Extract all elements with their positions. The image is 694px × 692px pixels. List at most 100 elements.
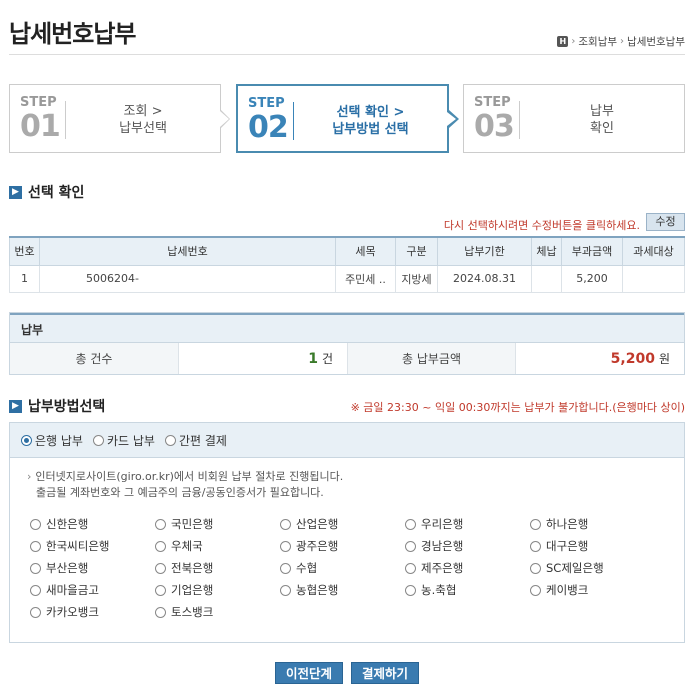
bank-option[interactable]: 경남은행 xyxy=(405,538,530,554)
tab-label: 간편 결제 xyxy=(178,433,227,448)
radio-icon[interactable] xyxy=(155,562,166,574)
col-header: 번호 xyxy=(9,236,40,266)
total-count-label: 총 건수 xyxy=(10,343,178,374)
col-header: 납부기한 xyxy=(437,236,532,266)
radio-icon[interactable] xyxy=(155,540,166,552)
bank-option[interactable]: 새마을금고 xyxy=(30,582,155,598)
radio-selected-icon[interactable] xyxy=(21,434,32,446)
step-number: 01 xyxy=(20,109,61,144)
selection-title-text: 선택 확인 xyxy=(28,185,85,201)
radio-icon[interactable] xyxy=(530,562,541,574)
bank-option[interactable]: 전북은행 xyxy=(155,560,280,576)
step-label-line1: 선택 확인 > xyxy=(336,105,405,120)
step-label-line2: 납부방법 선택 xyxy=(332,122,409,137)
edit-button[interactable]: 수정 xyxy=(646,213,685,231)
bank-option[interactable]: 국민은행 xyxy=(155,516,280,532)
radio-icon[interactable] xyxy=(30,584,41,596)
step-arrow-inner xyxy=(220,111,229,127)
home-icon[interactable]: H xyxy=(557,36,569,47)
radio-icon[interactable] xyxy=(405,584,416,596)
col-header: 구분 xyxy=(395,236,438,266)
radio-icon[interactable] xyxy=(30,562,41,574)
bank-option[interactable]: 우리은행 xyxy=(405,516,530,532)
bank-option[interactable]: 제주은행 xyxy=(405,560,530,576)
time-notice: ※ 금일 23:30 ~ 익일 00:30까지는 납부가 불가합니다.(은행마다… xyxy=(350,401,685,414)
radio-icon[interactable] xyxy=(405,562,416,574)
step-word: STEP xyxy=(20,95,57,110)
bank-option[interactable]: 농.축협 xyxy=(405,582,530,598)
tab-card-payment[interactable]: 카드 납부 xyxy=(92,432,155,449)
bank-option[interactable]: 토스뱅크 xyxy=(155,604,280,620)
radio-icon[interactable] xyxy=(530,518,541,530)
step-number: 03 xyxy=(474,109,515,144)
radio-icon[interactable] xyxy=(155,606,166,618)
bank-label: 농.축협 xyxy=(421,583,457,597)
tab-easy-payment[interactable]: 간편 결제 xyxy=(164,432,227,449)
info-line: 인터넷지로사이트(giro.or.kr)에서 비회원 납부 절차로 진행됩니다. xyxy=(27,469,343,485)
bank-option[interactable]: 한국씨티은행 xyxy=(30,538,155,554)
bank-option[interactable]: 수협 xyxy=(280,560,405,576)
bank-option[interactable]: 광주은행 xyxy=(280,538,405,554)
payment-heading: 납부 xyxy=(10,313,684,343)
count-number: 1 xyxy=(308,350,318,367)
chevron-right-icon: › xyxy=(620,36,625,47)
bank-option[interactable]: 우체국 xyxy=(155,538,280,554)
selection-section-title: ▶ 선택 확인 xyxy=(9,182,84,202)
step-arrow-inner xyxy=(447,112,456,126)
radio-icon[interactable] xyxy=(405,518,416,530)
total-amount-value: 5,200 원 xyxy=(515,343,684,374)
bank-option[interactable]: 카카오뱅크 xyxy=(30,604,155,620)
bank-option[interactable]: 기업은행 xyxy=(155,582,280,598)
previous-step-button[interactable]: 이전단계 xyxy=(274,662,343,684)
tab-bank-payment[interactable]: 은행 납부 xyxy=(21,432,83,449)
radio-icon[interactable] xyxy=(280,518,291,530)
chevron-right-icon: › xyxy=(571,36,576,47)
col-header: 체납 xyxy=(531,236,562,266)
bank-option[interactable]: SC제일은행 xyxy=(530,560,655,576)
bank-option[interactable]: 대구은행 xyxy=(530,538,655,554)
radio-icon[interactable] xyxy=(280,584,291,596)
step-1: STEP 01 조회 > 납부선택 xyxy=(9,84,221,153)
radio-icon[interactable] xyxy=(405,540,416,552)
bank-label: 새마을금고 xyxy=(46,583,99,597)
radio-icon[interactable] xyxy=(92,434,104,446)
radio-icon[interactable] xyxy=(155,518,166,530)
radio-icon[interactable] xyxy=(30,540,41,552)
cell-due-date: 2024.08.31 xyxy=(437,264,532,293)
radio-icon[interactable] xyxy=(280,540,291,552)
bank-label: 카카오뱅크 xyxy=(46,605,99,619)
cell-no: 1 xyxy=(9,264,40,293)
radio-icon[interactable] xyxy=(530,584,541,596)
bank-option[interactable]: 농협은행 xyxy=(280,582,405,598)
breadcrumb-item-lookup[interactable]: 조회납부 xyxy=(578,34,617,49)
bank-option[interactable]: 산업은행 xyxy=(280,516,405,532)
bank-label: 경남은행 xyxy=(421,539,464,553)
cell-overdue xyxy=(531,264,562,293)
amount-unit: 원 xyxy=(658,352,670,366)
bank-option[interactable]: 하나은행 xyxy=(530,516,655,532)
bank-label: 산업은행 xyxy=(296,517,339,531)
radio-icon[interactable] xyxy=(164,434,176,446)
tab-label: 은행 납부 xyxy=(35,433,83,448)
radio-icon[interactable] xyxy=(155,584,166,596)
action-buttons: 이전단계 결제하기 xyxy=(0,662,694,684)
pay-button[interactable]: 결제하기 xyxy=(351,662,420,684)
radio-icon[interactable] xyxy=(30,518,41,530)
bank-option[interactable]: 케이뱅크 xyxy=(530,582,655,598)
col-header: 부과금액 xyxy=(561,236,623,266)
method-tabs: 은행 납부 카드 납부 간편 결제 xyxy=(10,423,684,458)
payment-method-box: 은행 납부 카드 납부 간편 결제 인터넷지로사이트(giro.or.kr)에서… xyxy=(9,422,685,643)
radio-icon[interactable] xyxy=(30,606,41,618)
bank-label: 우체국 xyxy=(171,539,203,553)
step-label: 조회 > 납부선택 xyxy=(66,103,220,137)
selection-table: 번호 납세번호 세목 구분 납부기한 체납 부과금액 과세대상 1 500620… xyxy=(9,236,685,293)
bank-label: 광주은행 xyxy=(296,539,339,553)
step-word: STEP xyxy=(474,95,511,110)
bank-label: 전북은행 xyxy=(171,561,214,575)
radio-icon[interactable] xyxy=(280,562,291,574)
bank-info: 인터넷지로사이트(giro.or.kr)에서 비회원 납부 절차로 진행됩니다.… xyxy=(27,469,343,501)
bank-label: 농협은행 xyxy=(296,583,339,597)
bank-option[interactable]: 신한은행 xyxy=(30,516,155,532)
bank-option[interactable]: 부산은행 xyxy=(30,560,155,576)
radio-icon[interactable] xyxy=(530,540,541,552)
